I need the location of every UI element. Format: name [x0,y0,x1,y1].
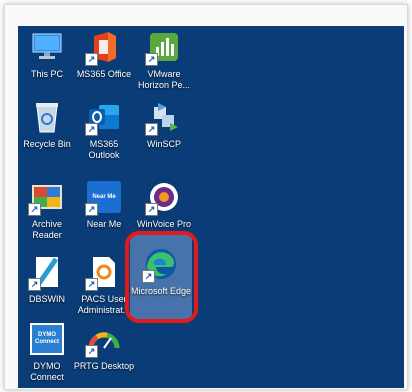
edge-icon: ↗ [142,245,180,283]
shortcut-arrow-icon: ↗ [145,203,158,216]
desktop-icon-label: Near Me [86,219,122,229]
desktop-icon-label: VMware Horizon Pe... [137,69,191,90]
vmware-horizon-icon: ↗ [145,28,183,66]
desktop-icon-archive-reader[interactable]: ↗ Archive Reader [18,176,78,241]
desktop-icon-label: PACS User Administrat... [77,294,131,315]
desktop-icon-label: MS365 Outlook [88,139,120,160]
near-me-icon-text: Near Me [92,194,116,200]
dbswin-icon: ↗ [28,253,66,291]
desktop-icon-label: This PC [30,69,63,79]
desktop-icon-label: MS365 Office [76,69,132,79]
shortcut-arrow-icon: ↗ [145,53,158,66]
winscp-icon: ↗ [145,98,183,136]
shortcut-arrow-icon: ↗ [85,53,98,66]
ms365-office-icon: ↗ [85,28,123,66]
shortcut-arrow-icon: ↗ [142,270,155,283]
desktop-icon-pacs-user-admin[interactable]: ↗ PACS User Administrat... [73,251,135,316]
desktop-icon-label: Recycle Bin [23,139,71,149]
desktop-icon-near-me[interactable]: Near Me ↗ Near Me [73,176,135,230]
desktop-icon-label: PRTG Desktop [73,361,135,371]
desktop-icon-ms365-outlook[interactable]: ↗ MS365 Outlook [73,96,135,161]
prtg-icon: ↗ [85,320,123,358]
desktop-icon-label: WinVoice Pro [136,219,192,229]
desktop-icon-ms365-office[interactable]: ↗ MS365 Office [73,26,135,80]
this-pc-icon [28,28,66,66]
archive-reader-icon: ↗ [28,178,66,216]
dymo-icon-text: DYMO Connect [35,332,59,345]
near-me-icon: Near Me ↗ [85,178,123,216]
shortcut-arrow-icon: ↗ [28,278,41,291]
desktop-icon-recycle-bin[interactable]: Recycle Bin [18,96,78,150]
desktop-icon-label: DYMO Connect [30,361,64,382]
recycle-bin-icon [28,98,66,136]
desktop-icon-winvoice-pro[interactable]: ↗ WinVoice Pro [133,176,195,230]
winvoice-pro-icon: ↗ [145,178,183,216]
desktop-icon-winscp[interactable]: ↗ WinSCP [133,96,195,150]
shortcut-arrow-icon: ↗ [28,203,41,216]
shortcut-arrow-icon: ↗ [85,345,98,358]
outlook-icon: ↗ [85,98,123,136]
pacs-icon: ↗ [85,253,123,291]
desktop-icon-this-pc[interactable]: This PC [18,26,78,80]
shortcut-arrow-icon: ↗ [145,123,158,136]
desktop-icon-dbswin[interactable]: ↗ DBSWIN [18,251,78,305]
desktop-icon-prtg-desktop[interactable]: ↗ PRTG Desktop [73,318,135,372]
desktop-icon-label: DBSWIN [29,294,65,304]
shortcut-arrow-icon: ↗ [85,203,98,216]
desktop-icon-label: Microsoft Edge [130,286,192,296]
dymo-icon: DYMO Connect [28,320,66,358]
shortcut-arrow-icon: ↗ [85,123,98,136]
desktop-icon-dymo-connect[interactable]: DYMO Connect DYMO Connect [18,318,78,383]
desktop-icon-label: WinSCP [146,139,181,149]
desktop-icon-microsoft-edge[interactable]: ↗ Microsoft Edge [130,235,192,320]
desktop-icon-vmware-horizon[interactable]: ↗ VMware Horizon Pe... [133,26,195,91]
shortcut-arrow-icon: ↗ [85,278,98,291]
desktop-icon-label: Archive Reader [31,219,62,240]
desktop: This PC ↗ MS365 Office ↗ VMware Horizon … [18,26,404,388]
